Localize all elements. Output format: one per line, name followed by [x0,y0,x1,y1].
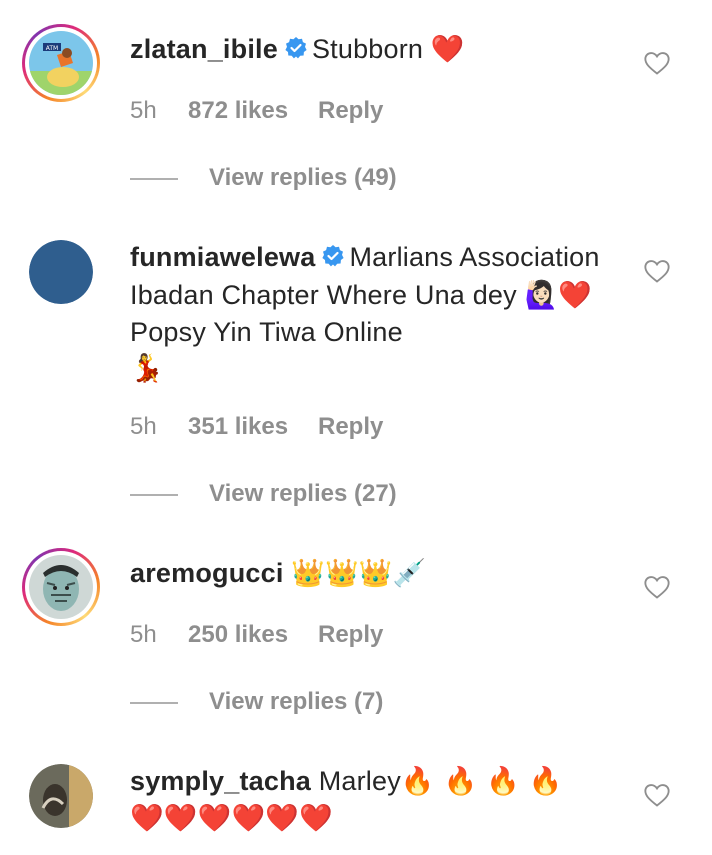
comment-body: funmiawelewa Marlians Association Ibadan … [130,239,600,387]
username-link[interactable]: zlatan_ibile [130,34,278,64]
comment-text: Stubborn [311,34,424,64]
comment-meta: 5h 872 likes Reply [130,97,383,125]
timestamp: 5h [130,621,157,648]
reply-button[interactable]: Reply [318,621,383,649]
verified-badge-icon [321,241,345,277]
likes-count[interactable]: 872 likes [188,97,318,125]
like-heart-icon[interactable] [643,781,671,809]
comment-body: zlatan_ibile Stubborn ❤️ [130,31,600,69]
avatar[interactable] [29,240,93,304]
view-replies-button[interactable]: View replies (7) [130,688,383,716]
dancer-emoji: 💃 [130,353,164,384]
cartoon-avatar-icon: ATM [29,31,93,95]
verified-badge-icon [284,33,308,69]
tattooed-face-avatar-icon [29,555,93,619]
comment-meta: 5h 250 likes Reply [130,621,383,649]
avatar[interactable] [22,548,100,626]
likes-count[interactable]: 351 likes [188,413,318,441]
username-link[interactable]: symply_tacha [130,766,311,796]
svg-text:ATM: ATM [46,45,58,52]
divider [130,701,178,704]
view-replies-label: View replies (7) [209,688,384,715]
comment-text-continued: Popsy Yin Tiwa Online [130,317,403,347]
username-link[interactable]: funmiawelewa [130,242,315,272]
reply-button[interactable]: Reply [318,413,383,441]
avatar[interactable]: ATM [22,24,100,102]
crowns-syringe-emoji: 👑👑👑💉 [291,558,427,589]
likes-count[interactable]: 250 likes [188,621,318,649]
comment-text: Marley [318,766,401,796]
comment-body: symply_tacha Marley🔥 🔥 🔥 🔥 ❤️❤️❤️❤️❤️❤️ [130,763,600,837]
divider [130,493,178,496]
raising-hand-heart-emoji: 🙋🏻‍♀️❤️ [524,280,593,311]
fire-emoji: 🔥 🔥 🔥 🔥 [400,766,563,797]
hearts-emoji: ❤️❤️❤️❤️❤️❤️ [130,803,333,834]
heart-emoji: ❤️ [430,34,465,65]
comment-body: aremogucci 👑👑👑💉 [130,555,600,592]
username-link[interactable]: aremogucci [130,558,284,588]
like-heart-icon[interactable] [643,257,671,285]
timestamp: 5h [130,413,157,440]
view-replies-button[interactable]: View replies (27) [130,480,397,508]
view-replies-label: View replies (49) [209,164,397,191]
avatar[interactable] [29,764,93,828]
view-replies-label: View replies (27) [209,480,397,507]
blue-circle-avatar-icon [29,240,93,304]
timestamp: 5h [130,97,157,124]
view-replies-button[interactable]: View replies (49) [130,164,397,192]
divider [130,177,178,180]
comment-meta: 5h 351 likes Reply [130,413,383,441]
like-heart-icon[interactable] [643,49,671,77]
reply-button[interactable]: Reply [318,97,383,125]
photo-avatar-icon [29,764,93,828]
like-heart-icon[interactable] [643,573,671,601]
